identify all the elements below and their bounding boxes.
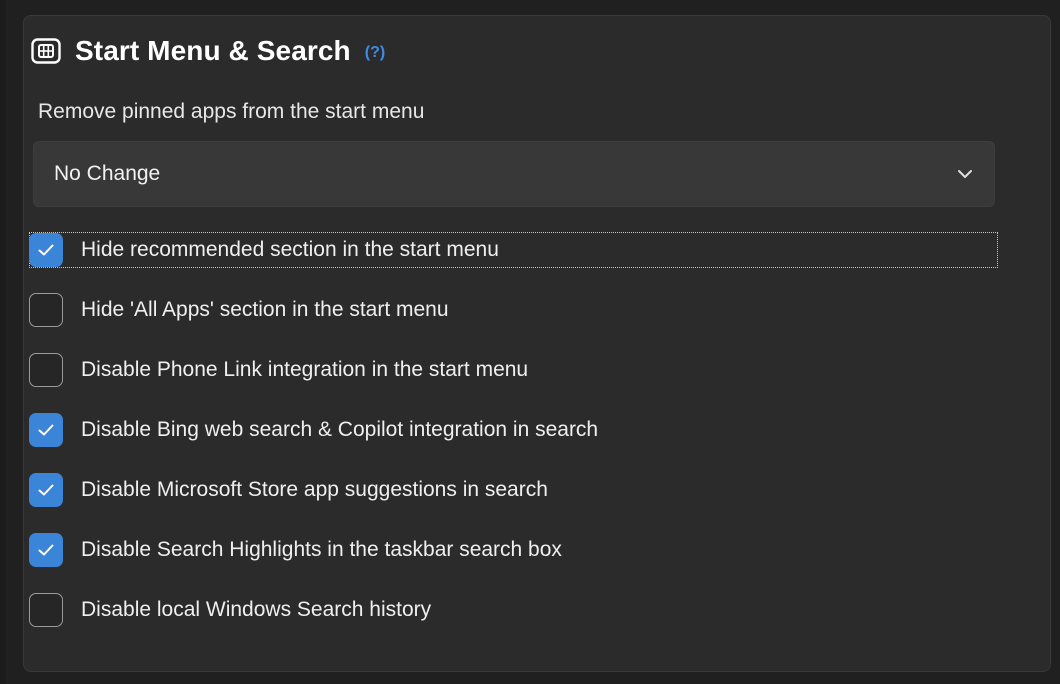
- option-hide-recommended[interactable]: Hide recommended section in the start me…: [29, 230, 499, 270]
- option-disable-phone-link[interactable]: Disable Phone Link integration in the st…: [29, 350, 528, 390]
- help-link[interactable]: (?): [365, 45, 385, 61]
- checkbox-hide-all-apps[interactable]: [29, 293, 63, 327]
- option-label: Disable Search Highlights in the taskbar…: [81, 538, 562, 561]
- option-label: Hide 'All Apps' section in the start men…: [81, 298, 449, 321]
- option-label: Hide recommended section in the start me…: [81, 238, 499, 261]
- option-label: Disable Bing web search & Copilot integr…: [81, 418, 599, 441]
- dropdown-selected-value: No Change: [54, 162, 161, 185]
- option-disable-search-highlights[interactable]: Disable Search Highlights in the taskbar…: [29, 530, 562, 570]
- start-menu-icon: [31, 36, 61, 66]
- option-disable-store-suggestions[interactable]: Disable Microsoft Store app suggestions …: [29, 470, 548, 510]
- checkbox-hide-recommended[interactable]: [29, 233, 63, 267]
- checkbox-disable-search-highlights[interactable]: [29, 533, 63, 567]
- checkbox-disable-search-history[interactable]: [29, 593, 63, 627]
- option-label: Disable Microsoft Store app suggestions …: [81, 478, 548, 501]
- option-disable-bing-search[interactable]: Disable Bing web search & Copilot integr…: [29, 410, 598, 450]
- section-header: Start Menu & Search (?): [31, 34, 385, 68]
- option-label: Disable local Windows Search history: [81, 598, 432, 621]
- chevron-down-icon: [956, 165, 974, 183]
- checkmark-icon: [38, 424, 54, 436]
- option-hide-all-apps[interactable]: Hide 'All Apps' section in the start men…: [29, 290, 449, 330]
- option-label: Disable Phone Link integration in the st…: [81, 358, 529, 381]
- checkmark-icon: [38, 484, 54, 496]
- pinned-apps-label: Remove pinned apps from the start menu: [38, 100, 425, 123]
- section-title: Start Menu & Search: [75, 35, 351, 66]
- checkmark-icon: [38, 244, 54, 256]
- pinned-apps-dropdown[interactable]: No Change: [33, 141, 995, 207]
- option-disable-search-history[interactable]: Disable local Windows Search history: [29, 590, 431, 630]
- checkbox-disable-store-suggestions[interactable]: [29, 473, 63, 507]
- checkbox-disable-phone-link[interactable]: [29, 353, 63, 387]
- checkmark-icon: [38, 544, 54, 556]
- checkbox-disable-bing-search[interactable]: [29, 413, 63, 447]
